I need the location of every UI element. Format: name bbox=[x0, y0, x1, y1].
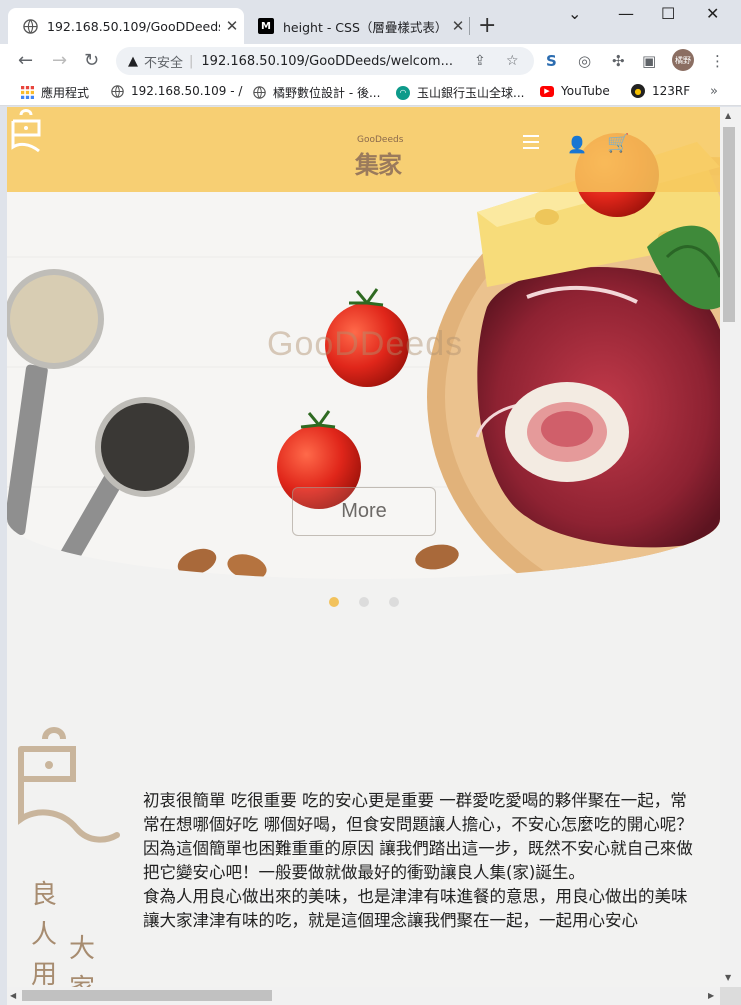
globe-icon bbox=[22, 18, 38, 34]
bookmark-juye[interactable]: 橘野數位設計 - 後... bbox=[252, 84, 380, 101]
about-vertical-text-2: 大家 bbox=[69, 934, 96, 987]
profile-avatar[interactable]: 橘野 bbox=[672, 49, 694, 71]
scroll-right-icon[interactable]: ▶ bbox=[708, 991, 714, 1000]
about-vertical-text-1: 良人用 bbox=[31, 880, 58, 987]
globe-icon bbox=[110, 84, 124, 98]
bookmarks-bar: 應用程式 192.168.50.109 - / 橘野數位設計 - 後... ◠ … bbox=[0, 78, 741, 106]
bookmark-star-icon[interactable]: ☆ bbox=[506, 53, 519, 69]
more-bookmarks-icon[interactable]: » bbox=[710, 84, 718, 99]
bookmark-123rf[interactable]: ● 123RF bbox=[631, 84, 690, 98]
site-header: GooDeeds 集家 👤 🛒 bbox=[7, 107, 720, 192]
carousel-dot-2[interactable] bbox=[359, 597, 369, 607]
carousel-dot-1[interactable] bbox=[329, 597, 339, 607]
close-window-button[interactable]: ✕ bbox=[706, 4, 719, 23]
bookmark-esun[interactable]: ◠ 玉山銀行玉山全球... bbox=[396, 84, 524, 101]
url-text: 192.168.50.109/GooDDeeds/welcom... bbox=[201, 53, 453, 69]
bookmark-youtube[interactable]: ▶ YouTube bbox=[540, 84, 610, 98]
minimize-button[interactable]: — bbox=[618, 4, 634, 23]
side-panel-icon[interactable]: ▣ bbox=[642, 52, 656, 70]
bookmark-apps[interactable]: 應用程式 bbox=[20, 84, 89, 101]
bookmark-label: 123RF bbox=[652, 84, 691, 98]
logo-cn-text: 集家 bbox=[355, 151, 402, 179]
mdn-icon: M bbox=[258, 18, 274, 34]
about-paragraph-2: 因為這個簡單也困難重重的原因 讓我們踏出這一步，既然不安心就自己來做把它變安心吧… bbox=[143, 839, 693, 882]
compass-icon[interactable]: ◎ bbox=[578, 52, 591, 70]
goodeeds-brand-mark bbox=[18, 727, 120, 843]
globe-icon bbox=[252, 86, 266, 100]
carousel-dots bbox=[329, 597, 399, 607]
maximize-button[interactable]: ☐ bbox=[661, 4, 675, 23]
close-tab-icon[interactable]: ✕ bbox=[446, 17, 470, 35]
close-tab-icon[interactable]: ✕ bbox=[220, 17, 244, 35]
browser-toolbar: ← → ↻ ▲ 不安全 | 192.168.50.109/GooDDeeds/w… bbox=[0, 44, 741, 78]
back-button[interactable]: ← bbox=[18, 50, 33, 71]
bookmark-label: 192.168.50.109 - / bbox=[131, 84, 243, 98]
apps-grid-icon bbox=[20, 86, 34, 100]
esun-icon: ◠ bbox=[396, 85, 410, 100]
user-icon[interactable]: 👤 bbox=[567, 135, 587, 154]
about-paragraph-1: 初衷很簡單 吃很重要 吃的安心更是重要 一群愛吃愛喝的夥伴聚在一起，常常在想哪個… bbox=[143, 791, 693, 834]
more-button[interactable]: More bbox=[292, 487, 436, 536]
about-paragraph-3: 食為人用良心做出來的美味，也是津津有味進餐的意思，用良心做出的美味讓大家津津有味… bbox=[143, 887, 688, 930]
horizontal-scrollbar[interactable]: ◀ ▶ bbox=[7, 987, 720, 1005]
address-bar[interactable]: ▲ 不安全 | 192.168.50.109/GooDDeeds/welcom.… bbox=[116, 47, 534, 75]
goodeeds-logo[interactable] bbox=[7, 107, 97, 157]
scroll-up-icon[interactable]: ▲ bbox=[725, 111, 731, 120]
logo-en-text: GooDeeds bbox=[357, 135, 404, 145]
extension-s-icon[interactable]: S bbox=[546, 52, 557, 70]
carousel-dot-3[interactable] bbox=[389, 597, 399, 607]
tab-title: height - CSS（層疊樣式表）| bbox=[283, 19, 446, 35]
warning-icon: ▲ bbox=[128, 53, 138, 69]
bookmark-label: YouTube bbox=[561, 84, 610, 98]
extensions-puzzle-icon[interactable]: ✣ bbox=[612, 52, 625, 70]
hero-banner: GooDeeds 集家 👤 🛒 GooDDeeds More bbox=[7, 107, 720, 579]
about-text: 初衷很簡單 吃很重要 吃的安心更是重要 一群愛吃愛喝的夥伴聚在一起，常常在想哪個… bbox=[143, 789, 703, 933]
insecure-label: 不安全 bbox=[144, 55, 184, 71]
123rf-icon: ● bbox=[631, 84, 645, 98]
scroll-down-icon[interactable]: ▼ bbox=[725, 973, 731, 982]
reload-button[interactable]: ↻ bbox=[84, 50, 99, 71]
vertical-scroll-thumb[interactable] bbox=[723, 127, 735, 322]
bookmark-label: 應用程式 bbox=[41, 86, 90, 100]
scroll-left-icon[interactable]: ◀ bbox=[10, 991, 16, 1000]
tab-strip: 192.168.50.109/GooDDeeds/ ✕ M height - C… bbox=[0, 0, 741, 44]
forward-button[interactable]: → bbox=[52, 50, 67, 71]
tab-css-height[interactable]: M height - CSS（層疊樣式表）| ✕ bbox=[244, 8, 470, 44]
tab-goodeeds[interactable]: 192.168.50.109/GooDDeeds/ ✕ bbox=[8, 8, 244, 44]
page-viewport: GooDeeds 集家 👤 🛒 GooDDeeds More 良人用 大家 初衷… bbox=[7, 107, 720, 987]
bookmark-label: 玉山銀行玉山全球... bbox=[417, 86, 525, 100]
hero-watermark: GooDDeeds bbox=[267, 325, 464, 363]
new-tab-button[interactable]: + bbox=[478, 13, 496, 38]
youtube-icon: ▶ bbox=[540, 85, 554, 97]
horizontal-scroll-thumb[interactable] bbox=[22, 990, 272, 1001]
tab-search-icon[interactable]: ⌄ bbox=[568, 4, 581, 23]
hamburger-menu-icon[interactable] bbox=[523, 135, 539, 153]
cart-icon[interactable]: 🛒 bbox=[607, 133, 629, 154]
bookmark-local-server[interactable]: 192.168.50.109 - / bbox=[110, 84, 242, 98]
vertical-scrollbar[interactable]: ▲ ▼ bbox=[720, 107, 741, 987]
bookmark-label: 橘野數位設計 - 後... bbox=[273, 86, 381, 100]
menu-kebab-icon[interactable]: ⋮ bbox=[710, 52, 725, 70]
tab-title: 192.168.50.109/GooDDeeds/ bbox=[47, 18, 220, 34]
share-icon[interactable]: ⇪ bbox=[474, 53, 486, 69]
